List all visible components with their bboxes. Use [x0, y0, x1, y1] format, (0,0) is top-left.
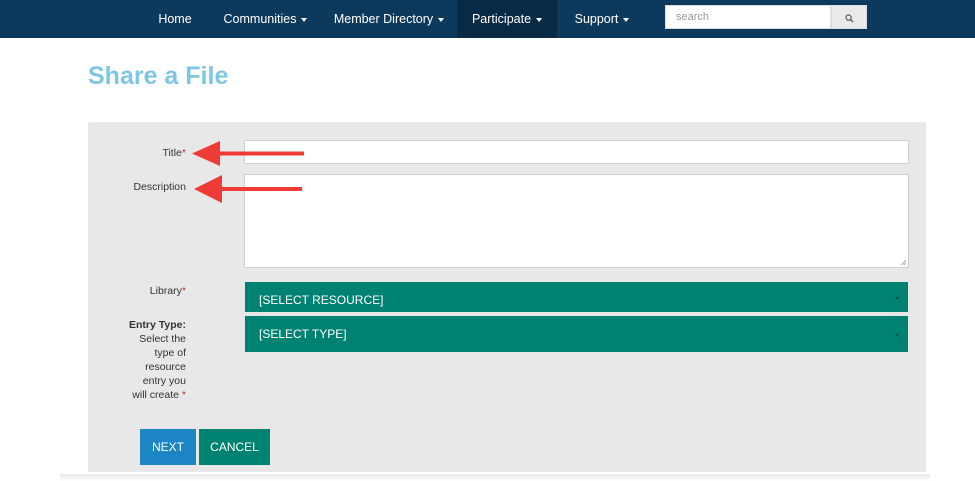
search-box [665, 5, 867, 29]
entry-type-select-value: [SELECT TYPE] [259, 327, 347, 341]
entry-type-help-line: entry you [142, 375, 186, 387]
caret-down-icon [536, 17, 543, 22]
top-navigation-bar: Home Communities Member Directory Partic… [0, 0, 975, 38]
library-label-text: Library [149, 285, 182, 297]
entry-type-label: Entry Type: Select the type of resource … [88, 318, 186, 402]
required-marker: * [181, 147, 186, 159]
caret-down-icon [895, 334, 899, 337]
cancel-button[interactable]: CANCEL [199, 429, 270, 465]
entry-type-help-line: resource [145, 361, 186, 373]
nav-participate[interactable]: Participate [457, 0, 557, 38]
caret-down-icon [895, 297, 899, 300]
library-select-value: [SELECT RESOURCE] [259, 293, 384, 307]
nav-communities[interactable]: Communities [218, 0, 313, 38]
entry-type-help-line: type of [154, 347, 186, 359]
required-marker: * [181, 285, 186, 297]
search-icon [845, 14, 854, 23]
caret-down-icon [623, 17, 630, 22]
description-label: Description [88, 181, 186, 193]
nav-support[interactable]: Support [568, 0, 636, 38]
nav-member-directory-label: Member Directory [333, 12, 434, 26]
cancel-button-label: CANCEL [210, 440, 259, 454]
search-input[interactable] [665, 5, 831, 29]
entry-type-select[interactable]: [SELECT TYPE] [245, 316, 908, 352]
next-button[interactable]: NEXT [140, 429, 196, 465]
description-field[interactable] [244, 174, 909, 268]
resize-grip-icon[interactable] [900, 259, 906, 265]
nav-home[interactable]: Home [150, 0, 200, 38]
description-label-text: Description [133, 181, 186, 193]
nav-participate-label: Participate [471, 12, 532, 26]
annotation-arrow-icon [194, 175, 302, 203]
entry-type-label-text: Entry Type: [129, 319, 186, 331]
title-field[interactable] [244, 140, 909, 164]
library-select[interactable]: [SELECT RESOURCE] [245, 282, 908, 312]
bottom-shadow [60, 474, 930, 481]
required-marker: * [181, 389, 186, 401]
annotation-arrow-icon [192, 141, 304, 166]
title-label-text: Title [162, 147, 182, 159]
search-button[interactable] [831, 5, 867, 29]
entry-type-help-line: Select the [139, 333, 186, 345]
page-title: Share a File [88, 62, 229, 90]
nav-communities-label: Communities [223, 12, 297, 26]
title-label: Title* [88, 147, 186, 159]
nav-member-directory[interactable]: Member Directory [333, 0, 445, 38]
nav-support-label: Support [574, 12, 619, 26]
entry-type-help-line: will create [132, 389, 179, 401]
library-label: Library* [88, 285, 186, 297]
caret-down-icon [301, 17, 308, 22]
caret-down-icon [438, 17, 445, 22]
nav-home-label: Home [158, 12, 192, 26]
next-button-label: NEXT [151, 440, 184, 454]
